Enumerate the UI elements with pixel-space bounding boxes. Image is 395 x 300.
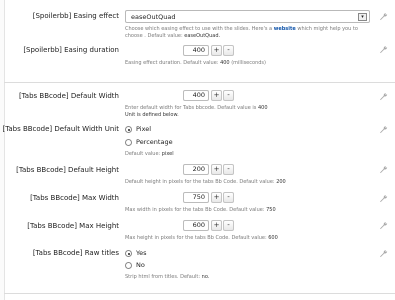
decrement-button[interactable]: - xyxy=(223,192,234,203)
tabs-default-width-hint-line2: Unit is defined below. xyxy=(125,112,179,118)
hint-default: 400 xyxy=(220,60,230,66)
tabs-default-height-label: [Tabs BBcode] Default Height xyxy=(16,166,119,174)
hint-text: Strip html from titles. Default: xyxy=(125,274,201,280)
decrement-button[interactable]: - xyxy=(223,220,234,231)
wrench-icon[interactable] xyxy=(379,165,388,174)
hint-text: Max height in pixels for the tabs Bb Cod… xyxy=(125,235,267,241)
hint-text: choose . Default value: xyxy=(125,33,183,39)
radio-label: Pixel xyxy=(136,125,152,133)
wrench-icon[interactable] xyxy=(379,45,388,54)
tabs-default-height-hint: Default height in pixels for the tabs Bb… xyxy=(125,178,286,186)
section-divider xyxy=(4,82,395,83)
tabs-max-height-input[interactable]: 600 xyxy=(183,220,209,231)
easing-duration-label: [Spoilerbb] Easing duration xyxy=(23,46,119,54)
wrench-icon[interactable] xyxy=(379,12,388,21)
hint-text: which might help you to xyxy=(297,26,358,32)
easing-effect-hint-line2: choose . Default value: easeOutQuad. xyxy=(125,32,220,40)
radio-label: Yes xyxy=(136,249,147,257)
decrement-button[interactable]: - xyxy=(223,45,234,56)
easing-effect-select[interactable]: easeOutQuad ▾ xyxy=(125,10,370,23)
decrement-button[interactable]: - xyxy=(223,164,234,175)
website-link[interactable]: website xyxy=(274,26,296,32)
tabs-raw-titles-hint: Strip html from titles. Default: no. xyxy=(125,273,209,281)
radio-button-checked[interactable] xyxy=(125,250,132,257)
hint-text: Easing effect duration. Default value: xyxy=(125,60,219,66)
radio-label: No xyxy=(136,261,145,269)
wrench-icon[interactable] xyxy=(379,125,388,134)
tabs-max-height-label: [Tabs BBcode] Max Height xyxy=(27,222,119,230)
easing-duration-input[interactable]: 400 xyxy=(183,45,209,56)
wrench-icon[interactable] xyxy=(379,92,388,101)
decrement-button[interactable]: - xyxy=(223,90,234,101)
tabs-max-width-hint: Max width in pixels for the tabs Bb Code… xyxy=(125,206,276,214)
tabs-default-width-label: [Tabs BBcode] Default Width xyxy=(18,92,119,100)
hint-default: 200 xyxy=(276,179,286,185)
easing-effect-value: easeOutQuad xyxy=(131,13,176,21)
hint-default: 400 xyxy=(257,105,268,111)
tabs-max-width-input[interactable]: 750 xyxy=(183,192,209,203)
hint-default: pixel xyxy=(161,151,174,157)
hint-text: Max width in pixels for the tabs Bb Code… xyxy=(125,207,265,213)
increment-button[interactable]: + xyxy=(211,164,222,175)
tabs-default-width-unit-label: [Tabs BBcode] Default Width Unit xyxy=(2,125,119,133)
hint-default: 600 xyxy=(268,235,278,241)
hint-text: Default height in pixels for the tabs Bb… xyxy=(125,179,275,185)
section-divider xyxy=(4,293,395,294)
increment-button[interactable]: + xyxy=(211,192,222,203)
hint-default: 750 xyxy=(266,207,276,213)
radio-button-checked[interactable] xyxy=(125,126,132,133)
tabs-max-width-label: [Tabs BBcode] Max Width xyxy=(30,194,119,202)
radio-label: Percentage xyxy=(136,138,173,146)
wrench-icon[interactable] xyxy=(379,249,388,258)
hint-text: (milliseconds) xyxy=(231,60,266,66)
tabs-raw-titles-label: [Tabs BBcode] Raw titles xyxy=(32,249,119,257)
hint-text: Default value: xyxy=(125,151,161,157)
wrench-icon[interactable] xyxy=(379,194,388,203)
tabs-default-height-input[interactable]: 200 xyxy=(183,164,209,175)
wrench-icon[interactable] xyxy=(379,221,388,230)
increment-button[interactable]: + xyxy=(211,220,222,231)
tabs-default-width-unit-hint: Default value: pixel xyxy=(125,150,174,158)
easing-effect-label: [Spoilerbb] Easing effect xyxy=(32,12,119,20)
hint-default: no. xyxy=(201,274,210,280)
chevron-down-icon[interactable]: ▾ xyxy=(358,13,367,21)
increment-button[interactable]: + xyxy=(211,90,222,101)
hint-default: easeOutQuad. xyxy=(184,33,221,39)
tabs-default-width-input[interactable]: 400 xyxy=(183,90,209,101)
easing-duration-hint: Easing effect duration. Default value: 4… xyxy=(125,59,266,67)
radio-button[interactable] xyxy=(125,262,132,269)
tabs-max-height-hint: Max height in pixels for the tabs Bb Cod… xyxy=(125,234,278,242)
radio-button[interactable] xyxy=(125,139,132,146)
increment-button[interactable]: + xyxy=(211,45,222,56)
